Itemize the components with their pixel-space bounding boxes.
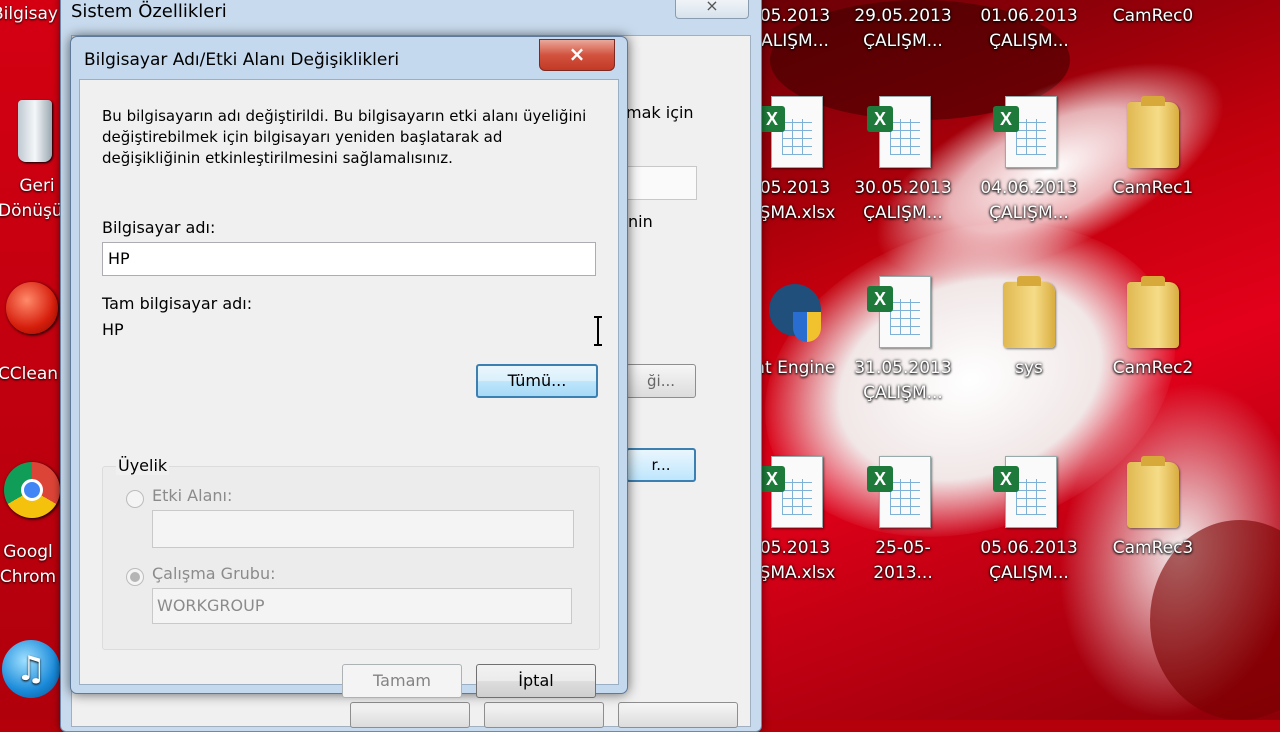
desktop-icon-itunes[interactable]: ♫ bbox=[0, 640, 60, 698]
desktop-icon-label: CClean bbox=[0, 364, 59, 384]
dialog-title: Bilgisayar Adı/Etki Alanı Değişiklikleri bbox=[84, 50, 400, 70]
network-id-button[interactable]: ği... bbox=[626, 364, 696, 398]
computer-name-input[interactable]: HP bbox=[102, 242, 596, 276]
desktop-icon-label: Chrom bbox=[0, 567, 57, 587]
computer-description-field[interactable] bbox=[627, 166, 697, 200]
info-line: değiştirebilmek için bilgisayarı yeniden… bbox=[102, 128, 503, 146]
desktop-icon-excel-file[interactable]: X 04.06.2013 ÇALIŞM... bbox=[974, 96, 1084, 226]
cancel-button[interactable]: İptal bbox=[476, 664, 596, 698]
desktop-icon-excel-file[interactable]: X 31.05.2013 ÇALIŞM... bbox=[848, 276, 958, 406]
desktop-icon-label: ÇALIŞM... bbox=[863, 383, 943, 403]
desktop-icon-label: 01.06.2013 bbox=[980, 6, 1078, 26]
desktop-icon-label: 25-05-2013... bbox=[873, 538, 933, 583]
desktop-icon-chrome[interactable]: Googl Chrom bbox=[0, 462, 60, 590]
desktop-icon-label: CamRec1 bbox=[1112, 178, 1194, 198]
desktop-icon-excel-file[interactable]: X01.06.2013ÇALIŞM... bbox=[974, 0, 1084, 54]
desktop-icon-label: Dönüşü bbox=[0, 201, 63, 221]
cheat-engine-icon bbox=[763, 276, 827, 352]
excel-file-icon: X bbox=[867, 456, 935, 532]
desktop-icon-folder[interactable]: CamRec1 bbox=[1098, 96, 1208, 201]
ok-button[interactable]: Tamam bbox=[342, 664, 462, 698]
folder-icon bbox=[997, 276, 1061, 352]
desktop-icon-label: ÇALIŞM... bbox=[863, 31, 943, 51]
desktop-icon-label: CamRec0 bbox=[1112, 6, 1194, 26]
folder-icon bbox=[1121, 96, 1185, 172]
desktop-icon-label: CamRec2 bbox=[1112, 358, 1194, 378]
desktop-icon-label: Googl bbox=[3, 542, 53, 562]
desktop-icon-label: 05.06.2013 bbox=[980, 538, 1078, 558]
domain-label: Etki Alanı: bbox=[152, 486, 233, 505]
desktop-icon-label: Geri bbox=[19, 176, 55, 196]
close-button[interactable]: × bbox=[675, 0, 749, 19]
desktop-icon-label: ÇALIŞM... bbox=[863, 203, 943, 223]
full-computer-name-label: Tam bilgisayar adı: bbox=[102, 294, 253, 313]
ok-button[interactable] bbox=[350, 702, 470, 728]
change-button[interactable]: r... bbox=[626, 448, 696, 482]
workgroup-label: Çalışma Grubu: bbox=[152, 564, 276, 583]
computer-name-label: Bilgisayar adı: bbox=[102, 218, 216, 237]
excel-file-icon: X bbox=[759, 456, 827, 532]
desktop-icon-excel-file[interactable]: X 05.06.2013 ÇALIŞM... bbox=[974, 456, 1084, 586]
workgroup-input[interactable]: WORKGROUP bbox=[152, 588, 572, 624]
ccleaner-icon bbox=[6, 282, 58, 334]
description-text: nin bbox=[628, 212, 653, 231]
desktop-icon-label: CamRec3 bbox=[1112, 538, 1194, 558]
desktop-icon-recycle-bin[interactable]: Geri Dönüşü bbox=[0, 100, 63, 224]
excel-file-icon: X bbox=[867, 276, 935, 352]
desktop-icon-computer[interactable]: Bilgisay bbox=[0, 2, 60, 27]
info-line: Bu bilgisayarın adı değiştirildi. Bu bil… bbox=[102, 107, 587, 125]
desktop-icon-folder[interactable]: CamRec2 bbox=[1098, 276, 1208, 381]
itunes-icon: ♫ bbox=[2, 640, 60, 698]
desktop-icon-excel-file[interactable]: X 25-05-2013... bbox=[848, 456, 958, 586]
full-computer-name-value: HP bbox=[102, 320, 124, 339]
workgroup-radio[interactable] bbox=[126, 568, 144, 586]
folder-icon bbox=[1121, 276, 1185, 352]
desktop-icon-folder[interactable]: CamRec3 bbox=[1098, 456, 1208, 561]
desktop-icon-excel-file[interactable]: X 30.05.2013 ÇALIŞM... bbox=[848, 96, 958, 226]
close-button[interactable]: × bbox=[539, 39, 615, 71]
excel-file-icon: X bbox=[759, 96, 827, 172]
desktop-icon-excel-file[interactable]: X29.05.2013ÇALIŞM... bbox=[848, 0, 958, 54]
desktop-icon-label: Bilgisay bbox=[0, 4, 58, 24]
desktop-icon-ccleaner[interactable]: CClean bbox=[0, 282, 60, 387]
info-line: değişikliğinin etkinleştirilmesini sağla… bbox=[102, 149, 453, 167]
desktop-icon-label: 30.05.2013 bbox=[854, 178, 952, 198]
window-title: Sistem Özellikleri bbox=[71, 1, 227, 22]
restart-info-text: Bu bilgisayarın adı değiştirildi. Bu bil… bbox=[102, 106, 602, 169]
desktop-icon-label: 04.06.2013 bbox=[980, 178, 1078, 198]
desktop-icon-label: sys bbox=[1015, 358, 1043, 378]
cancel-button[interactable] bbox=[484, 702, 604, 728]
desktop-icon-label: ÇALIŞM... bbox=[989, 31, 1069, 51]
domain-radio[interactable] bbox=[126, 490, 144, 508]
desktop-icon-folder[interactable]: CamRec0 bbox=[1098, 0, 1208, 29]
excel-file-icon: X bbox=[993, 456, 1061, 532]
apply-button[interactable] bbox=[618, 702, 738, 728]
folder-icon bbox=[1121, 456, 1185, 532]
chrome-icon bbox=[4, 462, 60, 518]
text-cursor-icon bbox=[594, 316, 602, 346]
excel-file-icon: X bbox=[867, 96, 935, 172]
domain-input[interactable] bbox=[152, 510, 574, 548]
more-button[interactable]: Tümü... bbox=[476, 364, 598, 398]
membership-label: Üyelik bbox=[116, 456, 170, 475]
desktop-icon-folder[interactable]: sys bbox=[974, 276, 1084, 381]
excel-file-icon: X bbox=[993, 96, 1061, 172]
description-text: mak için bbox=[626, 103, 694, 122]
desktop-icon-label: 31.05.2013 bbox=[854, 358, 952, 378]
desktop-icon-label: 29.05.2013 bbox=[854, 6, 952, 26]
desktop-icon-label: ÇALIŞM... bbox=[989, 563, 1069, 583]
dialog-body: Bu bilgisayarın adı değiştirildi. Bu bil… bbox=[79, 79, 619, 698]
computer-name-changes-dialog[interactable]: Bilgisayar Adı/Etki Alanı Değişiklikleri… bbox=[70, 36, 628, 698]
recycle-bin-icon bbox=[18, 100, 52, 162]
desktop-icon-label: ÇALIŞM... bbox=[989, 203, 1069, 223]
